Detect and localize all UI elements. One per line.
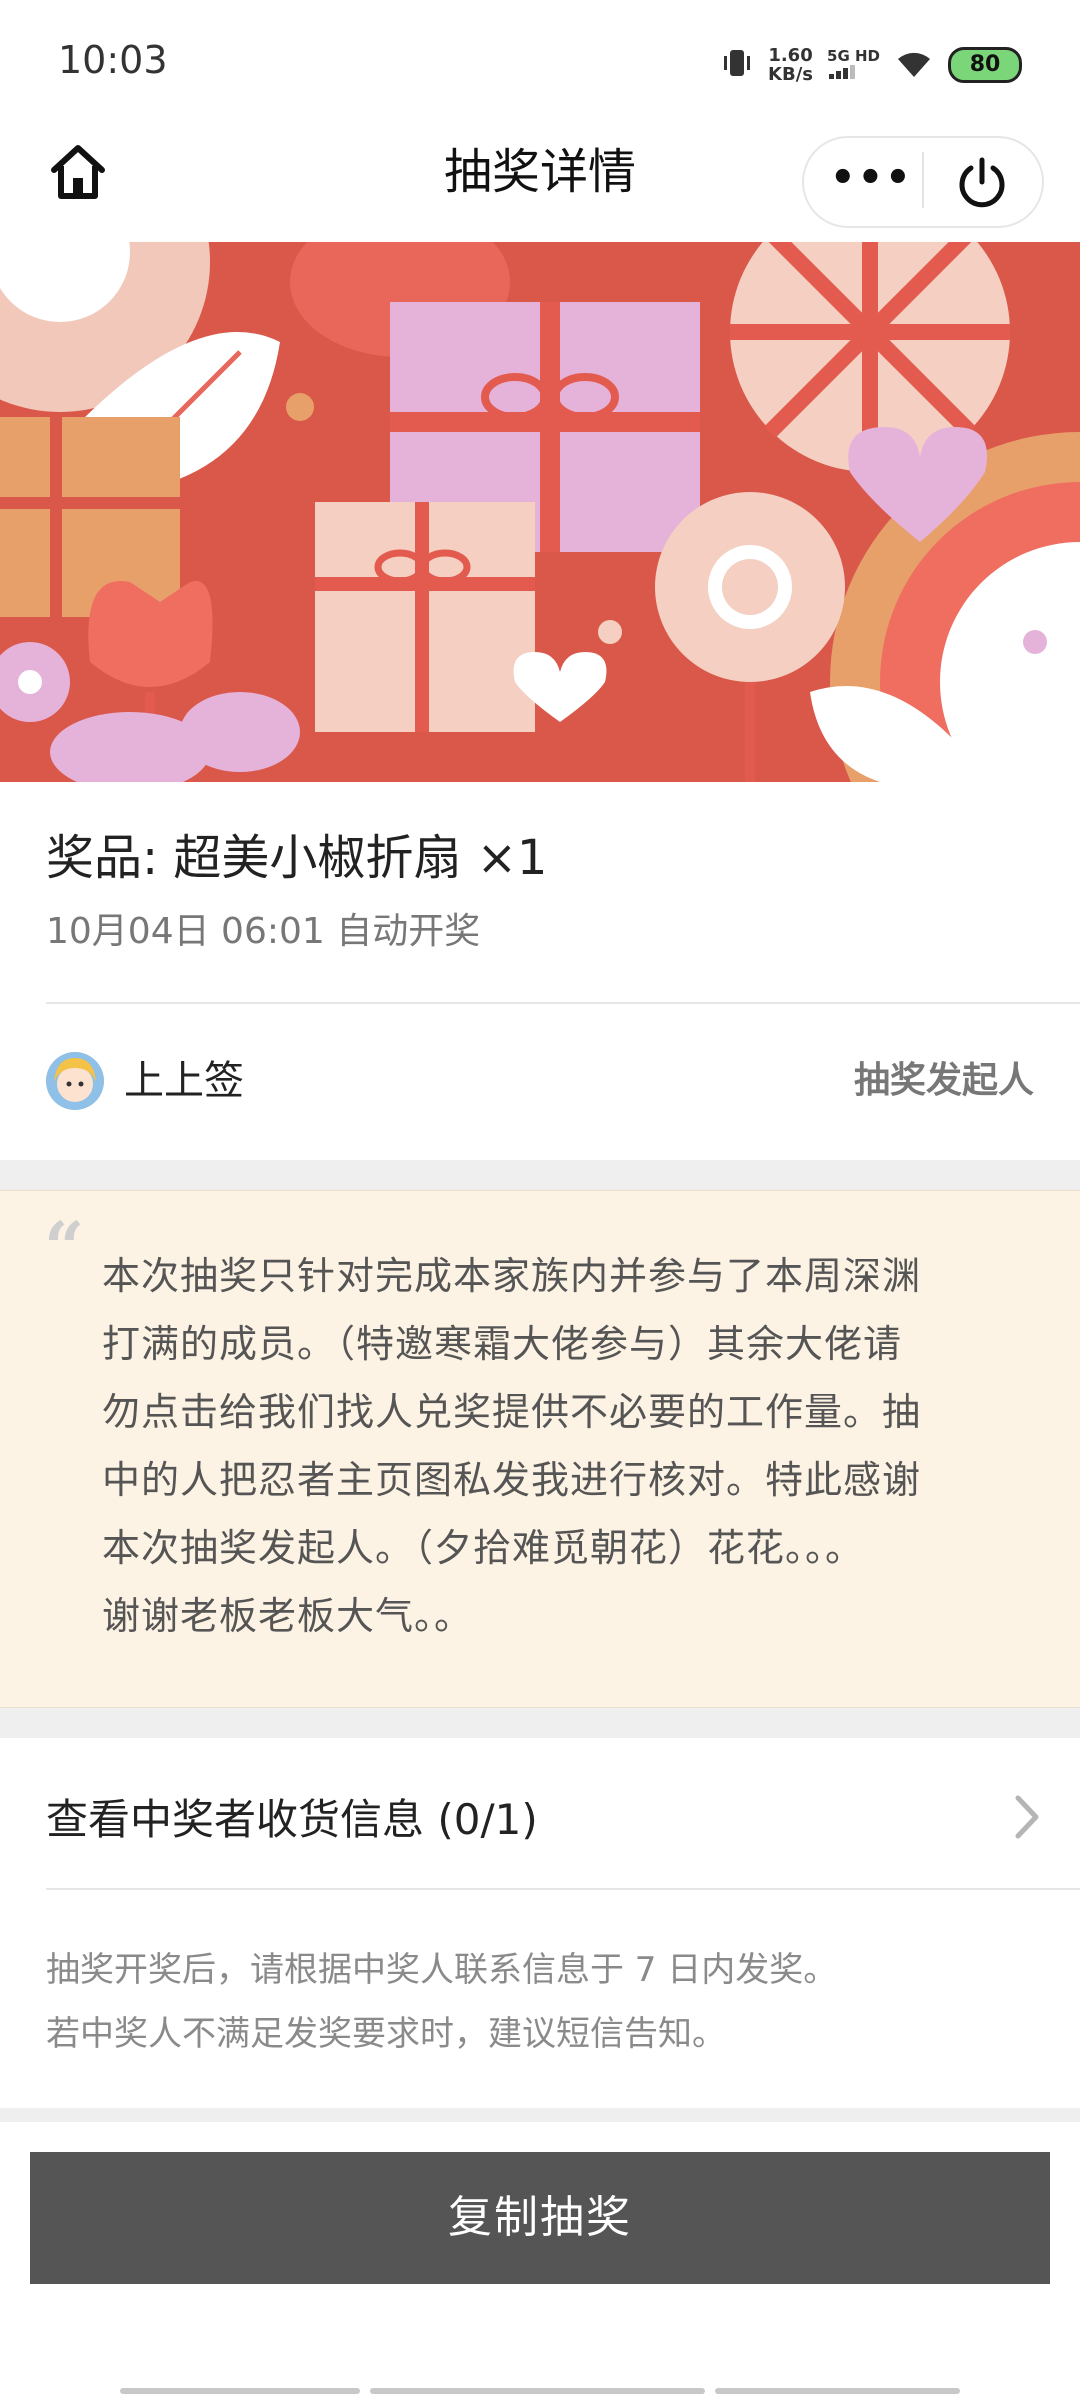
prize-title: 奖品: 超美小椒折扇 ×1 [46, 830, 548, 886]
divider [46, 1002, 1080, 1004]
delivery-tips: 抽奖开奖后，请根据中奖人联系信息于 7 日内发奖。 若中奖人不满足发奖要求时，建… [46, 1938, 837, 2066]
tip-line: 若中奖人不满足发奖要求时，建议短信告知。 [46, 2014, 726, 2054]
prize-banner-image [0, 242, 1080, 782]
close-button[interactable] [950, 150, 1014, 214]
note-line: 中的人把忍者主页图私发我进行核对。特此感谢 [102, 1458, 922, 1502]
note-line: 打满的成员。（特邀寒霜大佬参与）其余大佬请 [102, 1322, 903, 1366]
host-name[interactable]: 上上签 [124, 1052, 244, 1110]
quote-icon: “ [44, 1206, 85, 1289]
note-line: 勿点击给我们找人兑奖提供不必要的工作量。抽 [102, 1390, 922, 1434]
home-button[interactable] [46, 140, 110, 204]
network-label: 5G HD [827, 47, 880, 65]
section-gap [0, 1160, 1080, 1190]
note-line: 本次抽奖发起人。（夕拾难觅朝花）花花。。。 [102, 1526, 865, 1570]
gesture-bar [715, 2388, 960, 2394]
copy-lottery-button[interactable]: 复制抽奖 [30, 2152, 1050, 2284]
power-icon [959, 157, 1005, 208]
network-type: 5G HD [827, 47, 880, 83]
speed-unit: KB/s [768, 64, 814, 85]
avatar[interactable] [46, 1052, 104, 1110]
signal-icon [829, 65, 856, 79]
speed-value: 1.60 [768, 45, 813, 66]
network-speed: 1.60 KB/s [768, 46, 813, 84]
chevron-right-icon [1010, 1790, 1044, 1844]
capsule-divider [922, 152, 924, 208]
draw-time: 10月04日 06:01 自动开奖 [46, 911, 481, 952]
section-gap [0, 2108, 1080, 2122]
status-time: 10:03 [58, 38, 168, 82]
divider [46, 1888, 1080, 1890]
section-gap [0, 1708, 1080, 1738]
vibrate-icon [720, 46, 754, 85]
winner-info-label[interactable]: 查看中奖者收货信息 (0/1) [46, 1786, 538, 1847]
more-button[interactable]: ••• [830, 150, 911, 210]
tip-line: 抽奖开奖后，请根据中奖人联系信息于 7 日内发奖。 [46, 1950, 838, 1990]
gesture-bar [120, 2388, 360, 2394]
home-icon [51, 145, 105, 199]
status-icons: 1.60 KB/s 5G HD 80 [720, 40, 1022, 90]
wifi-icon [894, 47, 934, 84]
host-role-label: 抽奖发起人 [853, 1060, 1034, 1101]
battery-indicator: 80 [948, 47, 1022, 83]
note-text: 本次抽奖只针对完成本家族内并参与了本周深渊 打满的成员。（特邀寒霜大佬参与）其余… [102, 1242, 1022, 1650]
note-line: 本次抽奖只针对完成本家族内并参与了本周深渊 [102, 1254, 922, 1298]
note-line: 谢谢老板老板大气。。 [102, 1594, 474, 1638]
gesture-bar [370, 2388, 705, 2394]
